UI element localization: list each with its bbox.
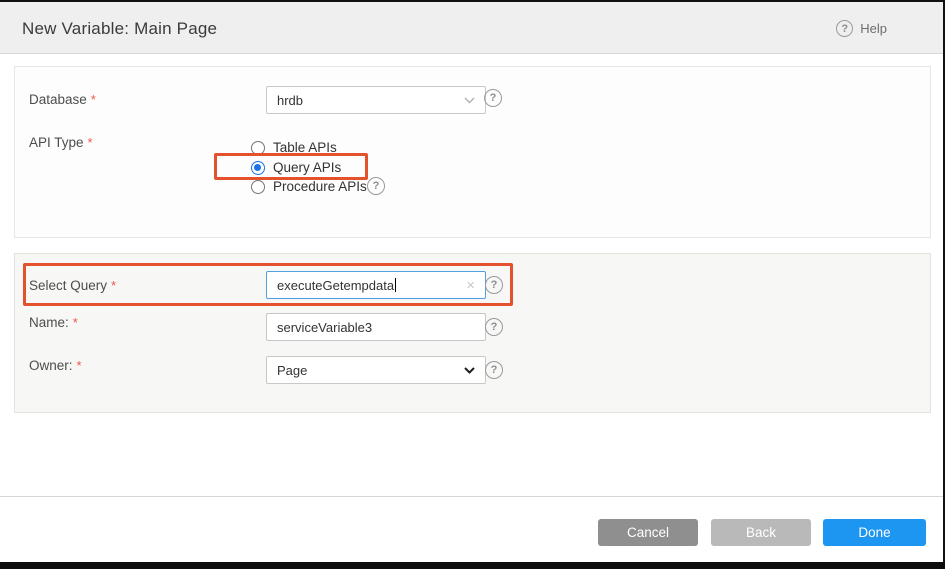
- chevron-down-icon: [464, 367, 475, 374]
- radio-table-apis-label: Table APIs: [273, 140, 337, 155]
- owner-label: Owner:*: [29, 358, 82, 373]
- new-variable-dialog: New Variable: Main Page ? Help Database*…: [0, 0, 945, 569]
- required-asterisk: *: [88, 135, 93, 150]
- done-button[interactable]: Done: [823, 519, 926, 546]
- name-label: Name:*: [29, 315, 78, 330]
- database-dropdown[interactable]: hrdb: [266, 86, 486, 114]
- help-link[interactable]: ? Help: [836, 20, 887, 37]
- screenshot-bottom-edge: [0, 562, 945, 569]
- radio-procedure-apis[interactable]: Procedure APIs: [251, 179, 367, 194]
- api-config-section: Database* hrdb ? API Type* Table APIs Qu…: [14, 66, 931, 238]
- clear-icon[interactable]: ×: [466, 278, 475, 293]
- name-input[interactable]: [266, 313, 486, 341]
- required-asterisk: *: [73, 315, 78, 330]
- help-label: Help: [860, 21, 887, 36]
- text-cursor: [395, 278, 396, 292]
- radio-table-apis[interactable]: Table APIs: [251, 140, 337, 155]
- name-help-icon[interactable]: ?: [485, 318, 503, 336]
- footer-divider: [0, 496, 945, 497]
- owner-value: Page: [277, 363, 307, 378]
- database-value: hrdb: [277, 93, 303, 108]
- api-type-help-icon[interactable]: ?: [367, 177, 385, 195]
- radio-selected-icon: [251, 161, 265, 175]
- owner-select[interactable]: Page: [266, 356, 486, 384]
- radio-unselected-icon: [251, 141, 265, 155]
- radio-query-apis-label: Query APIs: [273, 160, 341, 175]
- select-query-value: executeGetempdata: [277, 278, 394, 293]
- back-button[interactable]: Back: [711, 519, 811, 546]
- owner-help-icon[interactable]: ?: [485, 361, 503, 379]
- api-type-label: API Type*: [29, 135, 93, 150]
- database-help-icon[interactable]: ?: [484, 89, 502, 107]
- page-title: New Variable: Main Page: [22, 19, 217, 39]
- help-icon: ?: [836, 20, 853, 37]
- required-asterisk: *: [111, 278, 116, 293]
- chevron-down-icon: [464, 97, 475, 104]
- cancel-button[interactable]: Cancel: [598, 519, 698, 546]
- radio-query-apis[interactable]: Query APIs: [251, 160, 341, 175]
- select-query-help-icon[interactable]: ?: [485, 276, 503, 294]
- screenshot-top-edge: [0, 0, 945, 2]
- select-query-label: Select Query*: [29, 278, 116, 293]
- database-label: Database*: [29, 92, 96, 107]
- select-query-input[interactable]: executeGetempdata ×: [266, 271, 486, 299]
- radio-unselected-icon: [251, 180, 265, 194]
- dialog-header: New Variable: Main Page ? Help: [0, 2, 945, 54]
- required-asterisk: *: [91, 92, 96, 107]
- variable-details-section: Select Query* executeGetempdata × ? Name…: [14, 253, 931, 413]
- radio-procedure-apis-label: Procedure APIs: [273, 179, 367, 194]
- required-asterisk: *: [77, 358, 82, 373]
